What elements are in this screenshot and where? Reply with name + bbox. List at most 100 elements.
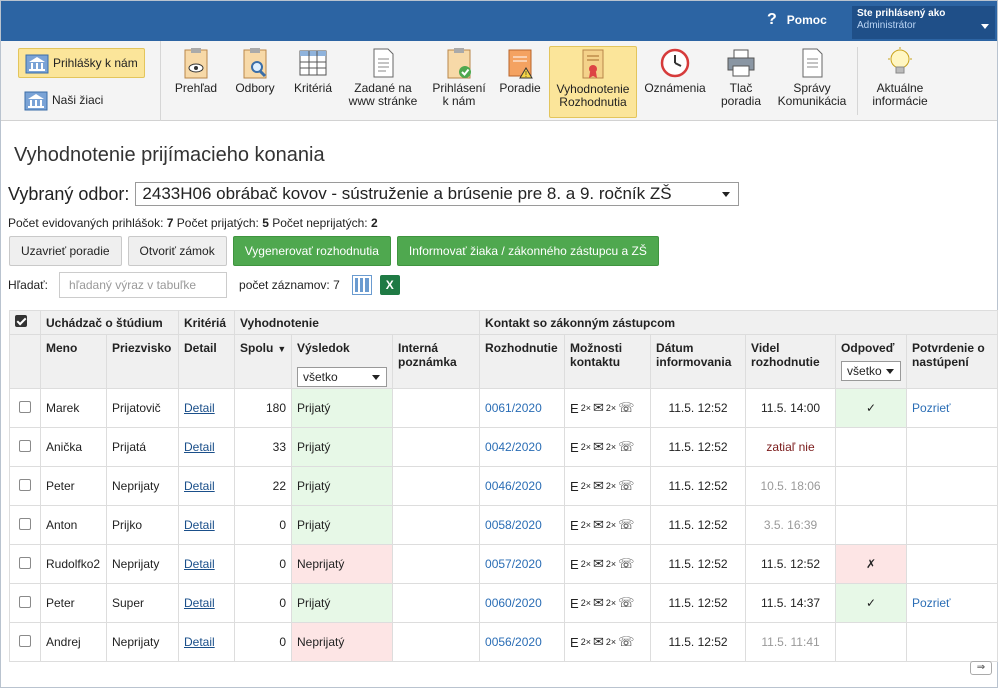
table-row[interactable]: Peter Neprijaty Detail 22 Prijatý 0046/2020 E 2… bbox=[9, 466, 998, 506]
cell-poznamka[interactable] bbox=[391, 583, 481, 623]
vysledok-filter[interactable]: všetko bbox=[297, 367, 387, 387]
cell-poznamka[interactable] bbox=[391, 466, 481, 506]
tool-label: Kritériá bbox=[293, 81, 332, 95]
unlock-button[interactable]: Otvoriť zámok bbox=[127, 236, 227, 266]
detail-link[interactable]: Detail bbox=[184, 518, 215, 532]
detail-link[interactable]: Detail bbox=[184, 401, 215, 415]
cell-poznamka[interactable] bbox=[391, 622, 481, 662]
odbor-select[interactable]: 2433H06 obrábač kovov - sústruženie a br… bbox=[135, 182, 740, 206]
search-input[interactable] bbox=[59, 272, 228, 298]
nasi-ziaci-button[interactable]: Naši žiaci bbox=[18, 85, 109, 115]
table-row[interactable]: Peter Super Detail 0 Prijatý 0060/2020 E 2× ✉ 2× ☏… bbox=[9, 583, 998, 623]
cell-meno: Marek bbox=[40, 388, 107, 428]
col-vysledok[interactable]: Výsledok všetko bbox=[291, 334, 393, 389]
col-spolu[interactable]: Spolu ▼ bbox=[234, 334, 292, 389]
row-select-cell bbox=[9, 388, 41, 428]
select-all-checkbox[interactable] bbox=[15, 315, 27, 327]
col-detail[interactable]: Detail bbox=[178, 334, 235, 389]
row-checkbox[interactable] bbox=[19, 517, 31, 530]
table-row[interactable]: Rudolfko2 Neprijaty Detail 0 Neprijatý 0057/2… bbox=[9, 544, 998, 584]
user-menu[interactable]: Ste prihlásený ako Administrátor bbox=[852, 6, 995, 39]
decision-link[interactable]: 0042/2020 bbox=[485, 440, 542, 454]
table-row[interactable]: Anička Prijatá Detail 33 Prijatý 0042/2020 E 2×… bbox=[9, 427, 998, 467]
cell-vysledok: Neprijatý bbox=[291, 622, 393, 662]
sort-down-icon: ▼ bbox=[277, 344, 287, 354]
odpoved-filter[interactable]: všetko bbox=[841, 361, 902, 381]
row-checkbox[interactable] bbox=[19, 595, 31, 608]
inform-button[interactable]: Informovať žiaka / zákonného zástupcu a … bbox=[396, 236, 659, 266]
cell-poznamka[interactable] bbox=[391, 388, 481, 428]
printer-icon bbox=[727, 49, 755, 77]
tool-prehlad[interactable]: Prehľad bbox=[173, 46, 219, 116]
stats-neprij: 2 bbox=[370, 216, 378, 230]
decision-link[interactable]: 0060/2020 bbox=[485, 596, 542, 610]
close-ranking-button[interactable]: Uzavrieť poradie bbox=[9, 236, 122, 266]
excel-icon[interactable]: X bbox=[379, 275, 400, 295]
cell-poznamka[interactable] bbox=[391, 505, 481, 545]
cell-poznamka[interactable] bbox=[391, 427, 481, 467]
cell-videl: 11.5. 12:52 bbox=[745, 544, 837, 584]
col-potvrdenie[interactable]: Potvrdenie o nastúpení bbox=[906, 334, 998, 389]
table-row[interactable]: Marek Prijatovič Detail 180 Prijatý 0061/2020… bbox=[9, 388, 998, 428]
help-link[interactable]: ? Pomoc bbox=[767, 11, 827, 29]
col-meno[interactable]: Meno bbox=[40, 334, 107, 389]
col-spolu-label: Spolu bbox=[240, 341, 274, 355]
col-moznosti[interactable]: Možnosti kontaktu bbox=[564, 334, 652, 389]
detail-link[interactable]: Detail bbox=[184, 557, 215, 571]
top-bar: ? Pomoc Ste prihlásený ako Administrátor bbox=[1, 1, 997, 41]
stats-evid: 7 bbox=[166, 216, 174, 230]
row-checkbox[interactable] bbox=[19, 439, 31, 452]
tool-vyhodnotenie[interactable]: Vyhodnotenie Rozhodnutia bbox=[549, 46, 637, 118]
col-rozhodnutie[interactable]: Rozhodnutie bbox=[479, 334, 566, 389]
detail-link[interactable]: Detail bbox=[184, 635, 215, 649]
tool-kriteria[interactable]: Kritériá bbox=[290, 46, 336, 116]
decision-link[interactable]: 0046/2020 bbox=[485, 479, 542, 493]
tool-tlac[interactable]: Tlač poradia bbox=[717, 46, 765, 116]
stats-prij-label: Počet prijatých: bbox=[176, 216, 259, 230]
decision-link[interactable]: 0057/2020 bbox=[485, 557, 542, 571]
generate-decisions-button[interactable]: Vygenerovať rozhodnutia bbox=[232, 236, 391, 266]
tool-spravy[interactable]: Správy Komunikácia bbox=[773, 46, 851, 116]
cell-moznosti: E 2× ✉ 2× ☏ bbox=[564, 427, 652, 467]
table-row[interactable]: Andrej Neprijaty Detail 0 Neprijatý 0056/2020… bbox=[9, 622, 998, 662]
row-checkbox[interactable] bbox=[19, 556, 31, 569]
tool-zadane[interactable]: Zadané na www stránke bbox=[345, 46, 421, 116]
cell-datum: 11.5. 12:52 bbox=[650, 427, 747, 467]
table-row[interactable]: Anton Prijko Detail 0 Prijatý 0058/2020 E 2× ✉ 2×… bbox=[9, 505, 998, 545]
prihlasky-button[interactable]: Prihlášky k nám bbox=[18, 48, 145, 78]
cell-detail: Detail bbox=[178, 583, 235, 623]
mail-icon: ✉ bbox=[592, 478, 604, 493]
svg-text:!: ! bbox=[525, 70, 527, 79]
tool-prihlaseni[interactable]: Prihlásení k nám bbox=[429, 46, 489, 116]
cell-moznosti: E 2× ✉ 2× ☏ bbox=[564, 622, 652, 662]
col-videl[interactable]: Videl rozhodnutie bbox=[745, 334, 837, 389]
columns-icon[interactable] bbox=[351, 275, 372, 295]
decision-link[interactable]: 0058/2020 bbox=[485, 518, 542, 532]
row-checkbox[interactable] bbox=[19, 478, 31, 491]
cell-poznamka[interactable] bbox=[391, 544, 481, 584]
row-checkbox[interactable] bbox=[19, 634, 31, 647]
col-priezvisko[interactable]: Priezvisko bbox=[106, 334, 179, 389]
group-criteria: Kritériá bbox=[178, 310, 235, 335]
scroll-right-icon[interactable]: ⇒ bbox=[970, 661, 992, 675]
detail-link[interactable]: Detail bbox=[184, 479, 215, 493]
col-poznamka[interactable]: Interná poznámka bbox=[391, 334, 481, 389]
tool-poradie[interactable]: ! Poradie bbox=[497, 46, 543, 116]
tool-aktualne[interactable]: Aktuálne informácie bbox=[867, 46, 933, 116]
cell-potvrdenie bbox=[906, 466, 998, 506]
cell-priezvisko: Neprijaty bbox=[106, 622, 179, 662]
col-odpoved[interactable]: Odpoveď všetko bbox=[835, 334, 908, 389]
certificate-icon bbox=[582, 49, 604, 79]
confirmation-link[interactable]: Pozrieť bbox=[912, 401, 951, 415]
confirmation-link[interactable]: Pozrieť bbox=[912, 596, 951, 610]
results-table: Uchádzač o štúdium Kritériá Vyhodnotenie… bbox=[9, 310, 998, 662]
row-checkbox[interactable] bbox=[19, 400, 31, 413]
detail-link[interactable]: Detail bbox=[184, 596, 215, 610]
decision-link[interactable]: 0061/2020 bbox=[485, 401, 542, 415]
decision-link[interactable]: 0056/2020 bbox=[485, 635, 542, 649]
detail-link[interactable]: Detail bbox=[184, 440, 215, 454]
col-datum[interactable]: Dátum informovania bbox=[650, 334, 747, 389]
mail-icon: ✉ bbox=[592, 517, 604, 532]
tool-oznamenia[interactable]: Oznámenia bbox=[643, 46, 707, 116]
tool-odbory[interactable]: Odbory bbox=[232, 46, 278, 116]
